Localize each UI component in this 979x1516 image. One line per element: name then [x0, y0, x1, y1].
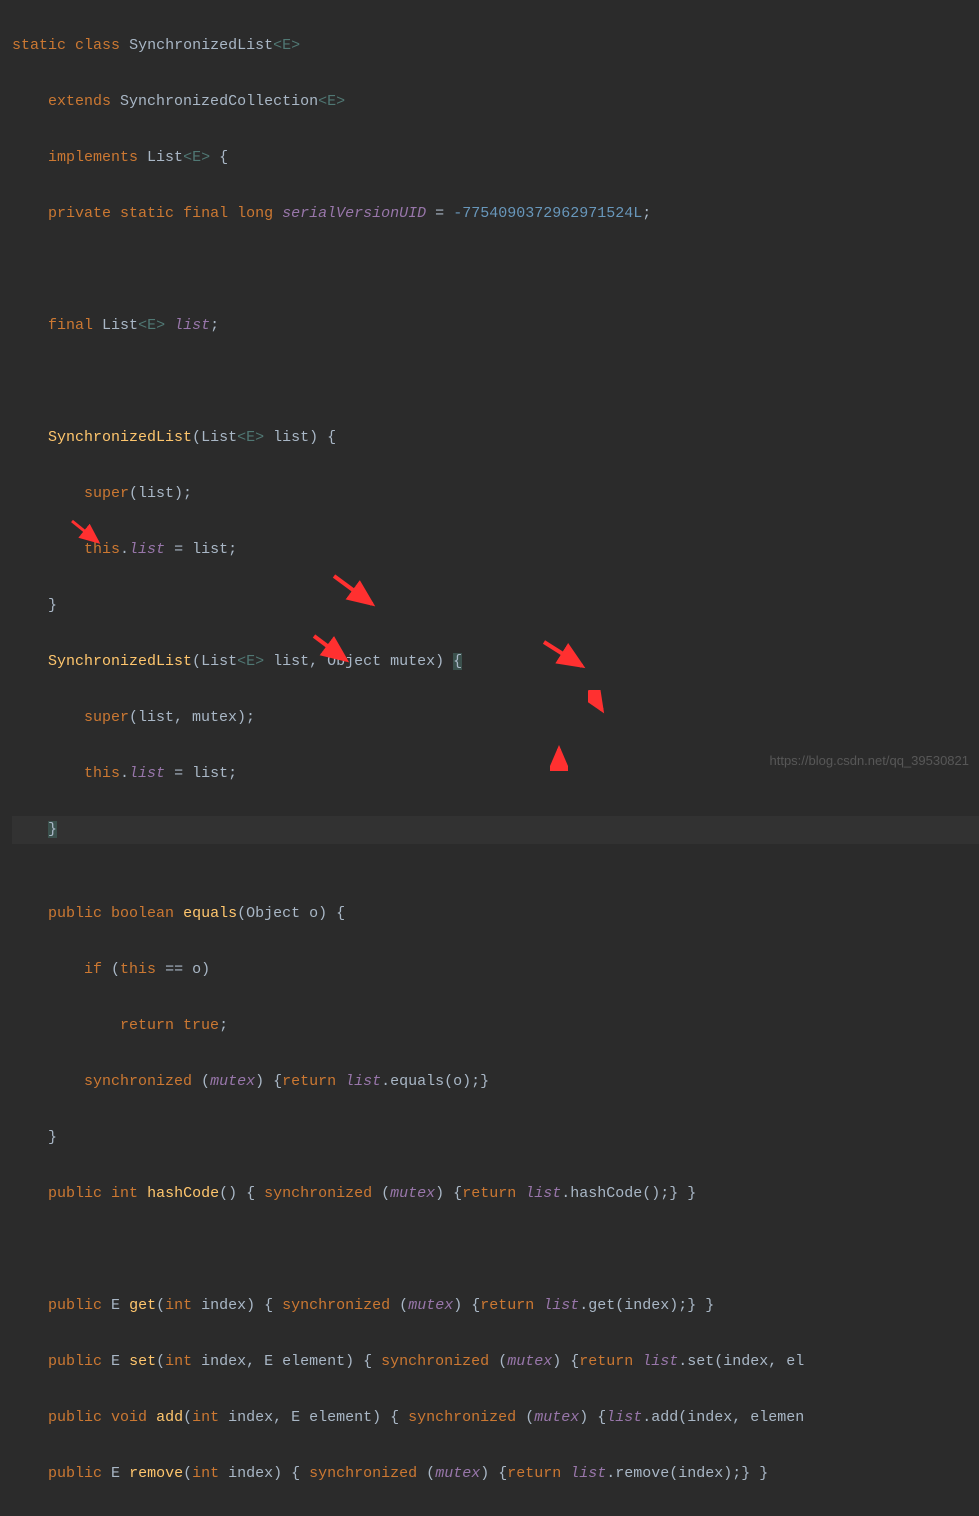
- code-line: }: [12, 1124, 979, 1152]
- code-line: private static final long serialVersionU…: [12, 200, 979, 228]
- code-line: super(list, mutex);: [12, 704, 979, 732]
- code-line: [12, 844, 979, 872]
- code-line: public boolean equals(Object o) {: [12, 900, 979, 928]
- code-line: [12, 256, 979, 284]
- watermark-text: https://blog.csdn.net/qq_39530821: [770, 747, 970, 775]
- code-line: final List<E> list;: [12, 312, 979, 340]
- code-line: public E get(int index) { synchronized (…: [12, 1292, 979, 1320]
- code-line: SynchronizedList(List<E> list) {: [12, 424, 979, 452]
- code-line: return true;: [12, 1012, 979, 1040]
- code-line: implements List<E> {: [12, 144, 979, 172]
- code-line: public E set(int index, E element) { syn…: [12, 1348, 979, 1376]
- code-line: public E remove(int index) { synchronize…: [12, 1460, 979, 1488]
- code-line: super(list);: [12, 480, 979, 508]
- code-line: [12, 368, 979, 396]
- code-line: synchronized (mutex) {return list.equals…: [12, 1068, 979, 1096]
- code-line: [12, 1236, 979, 1264]
- code-line: public void add(int index, E element) { …: [12, 1404, 979, 1432]
- code-line: this.list = list;: [12, 536, 979, 564]
- code-line: SynchronizedList(List<E> list, Object mu…: [12, 648, 979, 676]
- code-line: static class SynchronizedList<E>: [12, 32, 979, 60]
- code-line: if (this == o): [12, 956, 979, 984]
- code-line: public int hashCode() { synchronized (mu…: [12, 1180, 979, 1208]
- code-line: extends SynchronizedCollection<E>: [12, 88, 979, 116]
- code-line: }: [12, 816, 979, 844]
- code-line: }: [12, 592, 979, 620]
